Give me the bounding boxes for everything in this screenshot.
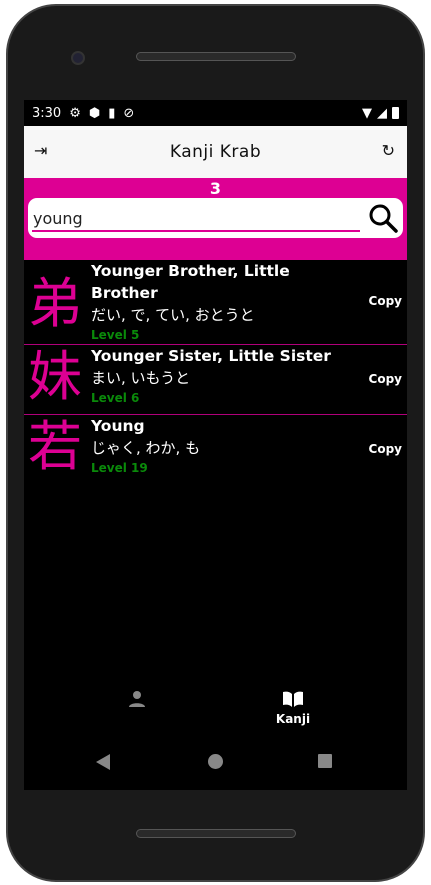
back-icon[interactable] (96, 754, 110, 770)
wifi-icon: ▼ (362, 105, 372, 121)
result-count: 3 (209, 179, 222, 198)
kanji-meaning: Younger Brother, Little Brother (91, 262, 290, 302)
shield-play-icon: ⬢ (88, 105, 101, 121)
kanji-meaning: Young (91, 417, 145, 435)
search-box (28, 198, 403, 238)
person-icon (129, 691, 145, 707)
kanji-character: 若 (28, 415, 82, 478)
list-item[interactable]: 弟 Younger Brother, Little Brother だい, で,… (24, 260, 407, 345)
book-icon (283, 691, 303, 707)
logout-icon[interactable]: ⇥ (34, 141, 47, 160)
gear-icon: ⚙ (69, 105, 81, 121)
app-bar: ⇥ Kanji Krab ↻ (24, 126, 407, 178)
system-nav-bar (24, 750, 407, 775)
no-sync-icon: ⊘ (123, 105, 135, 121)
screen: 3:30 ⚙ ⬢ ▮ ⊘ ▼ ◢ ⇥ Kanji Krab ↻ 3 弟 Youn… (24, 100, 407, 790)
app-title: Kanji Krab (169, 142, 262, 162)
search-panel: 3 (24, 178, 407, 260)
kanji-readings: だい, で, てい, おとうと (91, 306, 255, 324)
kanji-character: 弟 (28, 272, 82, 335)
battery-icon (392, 107, 399, 119)
list-item[interactable]: 若 Young じゃく, わか, も Level 19 Copy (24, 415, 407, 485)
kanji-readings: じゃく, わか, も (91, 439, 201, 457)
kanji-meaning: Younger Sister, Little Sister (91, 347, 331, 365)
tab-profile[interactable] (119, 690, 155, 730)
kanji-readings: まい, いもうと (91, 369, 191, 387)
status-bar: 3:30 ⚙ ⬢ ▮ ⊘ ▼ ◢ (24, 100, 407, 126)
kanji-level: Level 19 (91, 461, 148, 475)
tab-kanji[interactable]: Kanji (268, 690, 318, 726)
search-input[interactable] (32, 204, 360, 232)
bottom-speaker (136, 829, 296, 838)
bottom-navigation: Kanji (24, 690, 407, 740)
copy-button[interactable]: Copy (369, 442, 402, 456)
clock: 3:30 (32, 105, 62, 121)
kanji-character: 妹 (28, 345, 82, 408)
front-camera (71, 51, 85, 65)
sd-card-icon: ▮ (108, 105, 116, 121)
kanji-list: 弟 Younger Brother, Little Brother だい, で,… (24, 260, 407, 485)
recents-icon[interactable] (318, 754, 332, 768)
copy-button[interactable]: Copy (369, 372, 402, 386)
kanji-level: Level 5 (91, 328, 140, 342)
copy-button[interactable]: Copy (369, 294, 402, 308)
kanji-level: Level 6 (91, 391, 140, 405)
top-speaker (136, 52, 296, 61)
tab-kanji-label: Kanji (275, 712, 311, 726)
list-item[interactable]: 妹 Younger Sister, Little Sister まい, いもうと… (24, 345, 407, 415)
refresh-icon[interactable]: ↻ (382, 141, 395, 160)
home-icon[interactable] (208, 754, 223, 769)
signal-icon: ◢ (377, 105, 387, 121)
search-icon[interactable] (367, 202, 399, 234)
